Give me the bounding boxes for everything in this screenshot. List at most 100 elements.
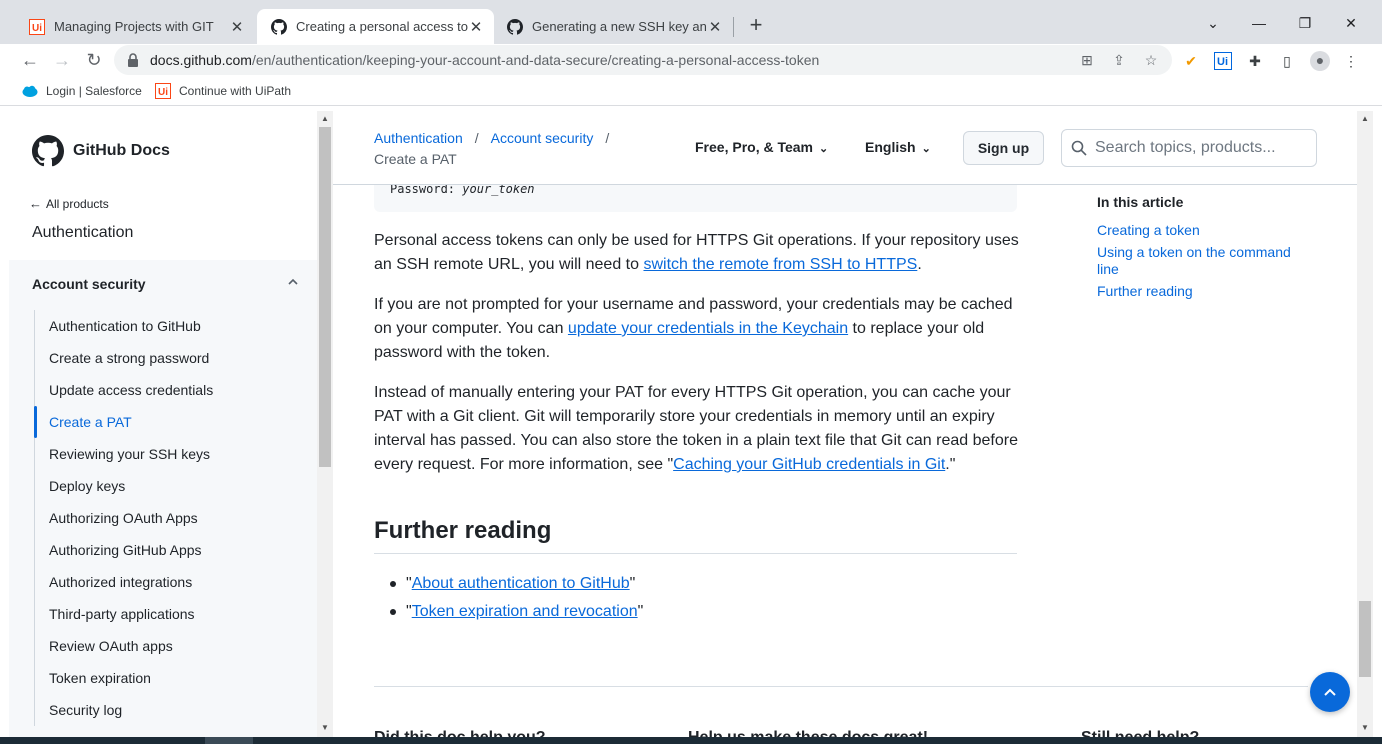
minimize-icon[interactable]: — <box>1248 12 1270 34</box>
sidebar-group-account-security: Account security Authentication to GitHu… <box>9 260 317 737</box>
sidebar-item-create-strong-password[interactable]: Create a strong password <box>35 342 294 374</box>
sidebar-list: Authentication to GitHub Create a strong… <box>34 310 294 726</box>
sidebar-item-authorizing-github-apps[interactable]: Authorizing GitHub Apps <box>35 534 294 566</box>
tab-separator <box>733 17 734 37</box>
search-box[interactable] <box>1061 129 1317 167</box>
new-tab-button[interactable]: + <box>745 14 767 36</box>
scroll-up-arrow-icon[interactable]: ▲ <box>1360 114 1370 123</box>
taskbar-item[interactable] <box>205 737 253 744</box>
back-icon[interactable]: ← <box>18 48 42 72</box>
breadcrumb-separator: / <box>605 130 610 146</box>
tab-title: Managing Projects with GIT <box>54 19 214 34</box>
restore-icon[interactable]: ❐ <box>1294 12 1316 34</box>
chevron-up-icon[interactable] <box>286 275 300 289</box>
svg-text:Ui: Ui <box>1217 56 1228 68</box>
paragraph-text: ." <box>945 456 956 473</box>
uipath-extension-icon[interactable]: Ui <box>1214 52 1232 70</box>
link-token-expiration[interactable]: Token expiration and revocation <box>412 603 638 620</box>
url-text: docs.github.com/en/authentication/keepin… <box>150 52 819 68</box>
address-bar[interactable]: docs.github.com/en/authentication/keepin… <box>114 45 1172 75</box>
all-products-link[interactable]: ← All products <box>29 196 109 211</box>
scroll-up-arrow-icon[interactable]: ▲ <box>320 114 330 123</box>
sidebar-scrollbar[interactable]: ▲ ▼ <box>317 111 333 737</box>
sidebar-item-authorized-integrations[interactable]: Authorized integrations <box>35 566 294 598</box>
tab-strip: Ui Managing Projects with GIT ✕ Creating… <box>0 0 1382 44</box>
page-scrollbar[interactable]: ▲ ▼ <box>1357 111 1373 737</box>
bookmark-star-icon[interactable]: ☆ <box>1143 52 1159 68</box>
url-path: /en/authentication/keeping-your-account-… <box>251 52 820 68</box>
sidebar-item-authentication-to-github[interactable]: Authentication to GitHub <box>35 310 294 342</box>
toc-link-using-token[interactable]: Using a token on the command line <box>1097 244 1312 278</box>
sidebar-item-update-access-credentials[interactable]: Update access credentials <box>35 374 294 406</box>
list-item: "Token expiration and revocation" <box>374 598 643 626</box>
list-item: "About authentication to GitHub" <box>374 570 643 598</box>
extensions-puzzle-icon[interactable]: ✚ <box>1246 52 1264 70</box>
sidebar-item-deploy-keys[interactable]: Deploy keys <box>35 470 294 502</box>
tab-close-icon[interactable]: ✕ <box>229 19 245 36</box>
tab-close-icon[interactable]: ✕ <box>707 19 723 36</box>
extension-check-icon[interactable]: ✔ <box>1182 52 1200 70</box>
scroll-down-arrow-icon[interactable]: ▼ <box>1360 723 1370 732</box>
language-picker[interactable]: English ⌄ <box>865 139 931 155</box>
chevron-up-icon <box>1324 688 1336 696</box>
language-label: English <box>865 139 916 155</box>
link-caching-credentials[interactable]: Caching your GitHub credentials in Git <box>673 456 945 473</box>
breadcrumb-account-security[interactable]: Account security <box>491 130 594 146</box>
sidebar-item-security-log[interactable]: Security log <box>35 694 294 726</box>
sidebar-item-third-party-applications[interactable]: Third-party applications <box>35 598 294 630</box>
share-icon[interactable]: ⇪ <box>1111 52 1127 68</box>
scroll-down-arrow-icon[interactable]: ▼ <box>320 723 330 732</box>
reload-icon[interactable]: ↻ <box>82 48 106 72</box>
breadcrumb-authentication[interactable]: Authentication <box>374 130 463 146</box>
paragraph-cached-credentials: If you are not prompted for your usernam… <box>374 293 1019 365</box>
sidebar-group-title[interactable]: Account security <box>32 276 146 292</box>
toc-link-creating-token[interactable]: Creating a token <box>1097 222 1312 239</box>
sidebar-section-title[interactable]: Authentication <box>32 224 133 242</box>
further-reading-list: "About authentication to GitHub" "Token … <box>374 570 643 626</box>
close-window-icon[interactable]: ✕ <box>1340 12 1362 34</box>
side-panel-icon[interactable]: ▯ <box>1278 52 1296 70</box>
quote-mark: " <box>637 603 644 620</box>
tab-search-icon[interactable]: ⌄ <box>1202 12 1224 34</box>
menu-kebab-icon[interactable]: ⋮ <box>1342 52 1360 70</box>
toc-link-further-reading[interactable]: Further reading <box>1097 283 1312 300</box>
footer-support-heading: Still need help? <box>1081 729 1199 737</box>
sidebar-item-authorizing-oauth-apps[interactable]: Authorizing OAuth Apps <box>35 502 294 534</box>
in-this-article-toc: In this article Creating a token Using a… <box>1097 194 1312 305</box>
scroll-to-top-button[interactable] <box>1310 672 1350 712</box>
salesforce-icon <box>22 85 38 97</box>
github-icon <box>507 18 523 35</box>
brand-name: GitHub Docs <box>73 142 170 159</box>
tab-close-icon[interactable]: ✕ <box>468 19 484 36</box>
bookmark-uipath[interactable]: Ui Continue with UiPath <box>155 83 291 99</box>
paragraph-text: . <box>917 256 922 273</box>
tab-managing-projects[interactable]: Ui Managing Projects with GIT ✕ <box>15 9 255 44</box>
search-icon <box>1071 140 1087 156</box>
link-about-authentication[interactable]: About authentication to GitHub <box>412 575 630 592</box>
bookmark-label: Continue with UiPath <box>179 84 292 98</box>
version-picker[interactable]: Free, Pro, & Team ⌄ <box>695 139 828 155</box>
footer-helpful-heading: Did this doc help you? <box>374 729 546 737</box>
sidebar-item-review-oauth-apps[interactable]: Review OAuth apps <box>35 630 294 662</box>
github-icon <box>271 18 287 35</box>
link-update-keychain[interactable]: update your credentials in the Keychain <box>568 320 848 337</box>
tab-generating-ssh[interactable]: Generating a new SSH key and add ✕ <box>493 9 733 44</box>
sidebar-item-token-expiration[interactable]: Token expiration <box>35 662 294 694</box>
bookmark-salesforce[interactable]: Login | Salesforce <box>22 83 142 99</box>
link-switch-remote[interactable]: switch the remote from SSH to HTTPS <box>643 256 917 273</box>
forward-icon[interactable]: → <box>50 48 74 72</box>
sidebar-item-reviewing-ssh-keys[interactable]: Reviewing your SSH keys <box>35 438 294 470</box>
sidebar-item-create-pat[interactable]: Create a PAT <box>34 406 294 438</box>
translate-icon[interactable]: ⊞ <box>1079 52 1095 68</box>
code-label: Password: <box>390 185 456 196</box>
tab-creating-pat[interactable]: Creating a personal access token ✕ <box>257 9 494 44</box>
github-docs-logo-link[interactable]: GitHub Docs <box>32 135 170 167</box>
page-scroll-thumb[interactable] <box>1359 601 1371 677</box>
search-input[interactable] <box>1095 138 1307 158</box>
sidebar-scroll-thumb[interactable] <box>319 127 331 467</box>
paragraph-https-only: Personal access tokens can only be used … <box>374 229 1019 277</box>
profile-avatar-icon[interactable]: ● <box>1310 51 1330 71</box>
sign-up-button[interactable]: Sign up <box>963 131 1044 165</box>
uipath-icon: Ui <box>29 18 45 35</box>
lock-icon <box>128 53 138 67</box>
